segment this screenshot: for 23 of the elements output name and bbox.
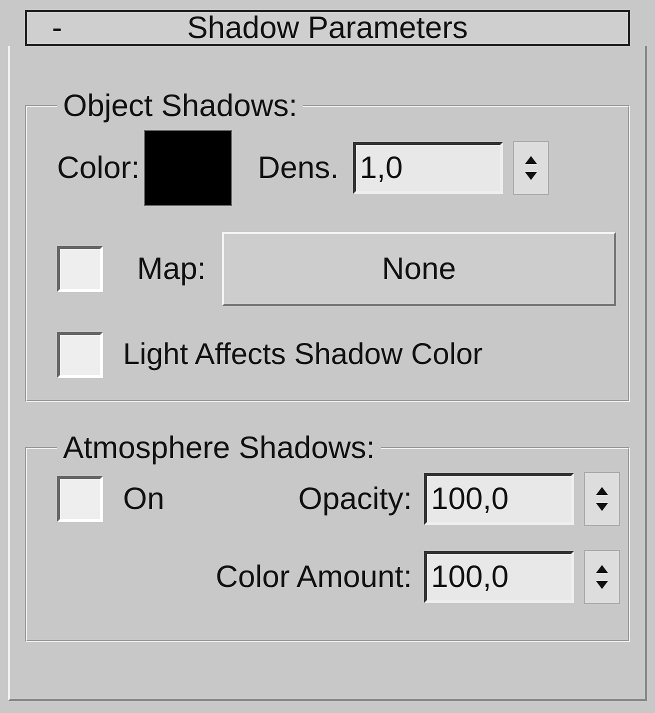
color-amount-field[interactable]: 100,0	[424, 551, 574, 603]
density-field[interactable]: 1,0	[352, 142, 503, 194]
color-label: Color:	[57, 150, 140, 186]
rollout-header[interactable]: - Shadow Parameters	[25, 10, 630, 46]
map-button[interactable]: None	[222, 232, 616, 306]
spinner-arrows-icon[interactable]	[584, 472, 620, 526]
color-swatch[interactable]	[144, 130, 232, 206]
group-title: Atmosphere Shadows:	[62, 430, 376, 466]
checkbox[interactable]	[57, 476, 103, 522]
color-amount-label: Color Amount:	[216, 559, 412, 595]
spinner-arrows-icon[interactable]	[584, 550, 620, 604]
rollout-title: Shadow Parameters	[186, 10, 469, 46]
group-title: Object Shadows:	[62, 88, 298, 124]
opacity-field[interactable]: 100,0	[424, 473, 574, 525]
opacity-label: Opacity:	[298, 481, 412, 517]
checkbox[interactable]	[57, 246, 103, 292]
checkbox[interactable]	[57, 332, 103, 378]
map-label: Map:	[137, 251, 206, 287]
collapse-symbol: -	[50, 10, 64, 46]
spinner-arrows-icon[interactable]	[512, 141, 549, 195]
density-label: Dens.	[258, 150, 339, 186]
checkbox-label: Light Affects Shadow Color	[123, 338, 483, 372]
checkbox-label: On	[123, 481, 166, 517]
